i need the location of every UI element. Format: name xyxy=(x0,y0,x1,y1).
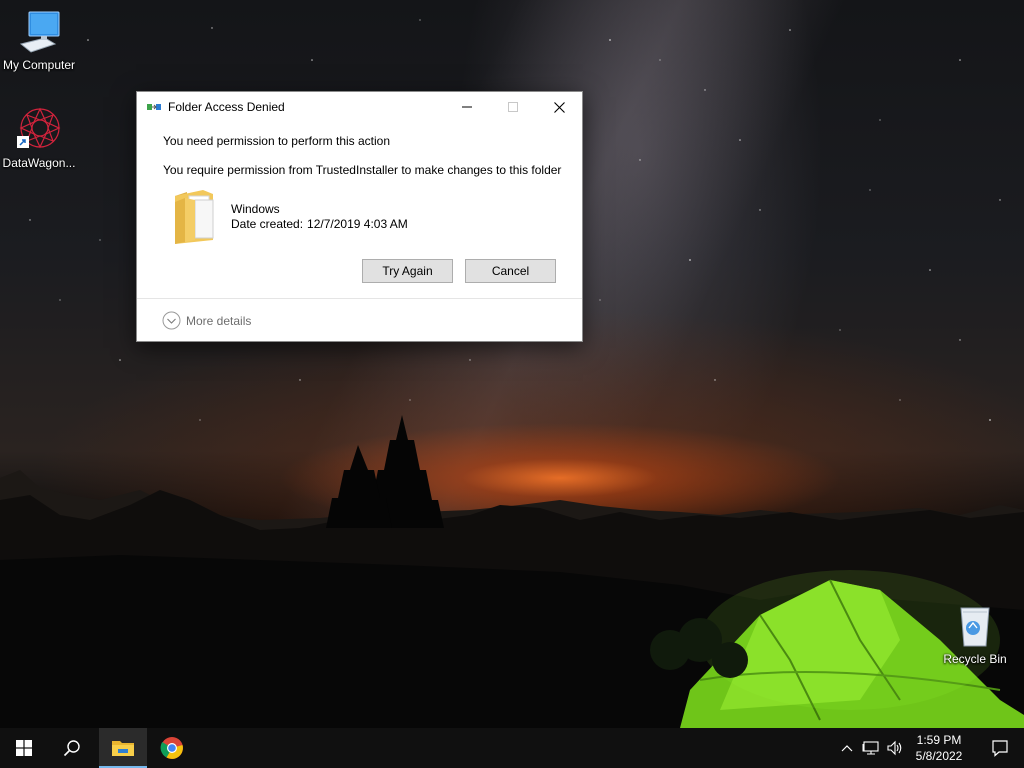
taskbar-clock[interactable]: 1:59 PM 5/8/2022 xyxy=(908,732,970,764)
minimize-icon xyxy=(462,106,472,108)
network-icon xyxy=(862,741,879,755)
volume-icon xyxy=(887,740,902,756)
action-center-button[interactable] xyxy=(976,728,1024,768)
folder-name: Windows xyxy=(231,202,280,216)
taskbar-file-explorer[interactable] xyxy=(99,728,147,768)
datawagon-shortcut-icon xyxy=(15,106,63,154)
search-icon xyxy=(63,740,80,757)
desktop-icon-label: Recycle Bin xyxy=(943,652,1007,666)
desktop-icon-label: My Computer xyxy=(2,58,76,72)
taskbar: 1:59 PM 5/8/2022 xyxy=(0,728,1024,768)
dialog-title: Folder Access Denied xyxy=(168,100,285,114)
tray-overflow-button[interactable] xyxy=(836,728,858,768)
chevron-down-icon xyxy=(162,311,181,330)
desktop-icon-recycle-bin[interactable]: Recycle Bin xyxy=(936,602,1014,666)
desktop-icon-my-computer[interactable]: My Computer xyxy=(0,8,78,72)
dialog-heading: You need permission to perform this acti… xyxy=(163,134,391,148)
chevron-up-icon xyxy=(841,745,853,752)
minimize-button[interactable] xyxy=(444,92,490,122)
clock-time: 1:59 PM xyxy=(916,733,962,747)
desktop-icon-datawagon[interactable]: DataWagon... xyxy=(0,106,78,170)
file-move-icon xyxy=(146,99,162,115)
volume-button[interactable] xyxy=(884,728,906,768)
date-created-label: Date created: xyxy=(231,217,304,231)
maximize-button xyxy=(490,92,536,122)
more-details-label: More details xyxy=(186,313,252,328)
windows-start-icon xyxy=(16,740,32,756)
dialog-message: You require permission from TrustedInsta… xyxy=(163,163,562,177)
try-again-button[interactable]: Try Again xyxy=(362,259,453,283)
folder-access-denied-dialog: Folder Access Denied You need permission… xyxy=(136,91,583,342)
maximize-icon xyxy=(508,102,518,112)
clock-date: 5/8/2022 xyxy=(915,749,963,763)
notification-icon xyxy=(992,740,1008,757)
date-created-value: 12/7/2019 4:03 AM xyxy=(307,217,408,231)
more-details-toggle[interactable]: More details xyxy=(162,311,251,330)
search-button[interactable] xyxy=(48,728,96,768)
computer-icon xyxy=(15,8,63,56)
taskbar-chrome[interactable] xyxy=(148,728,196,768)
folder-date-created: Date created: 12/7/2019 4:03 AM xyxy=(231,217,408,231)
desktop-icon-label: DataWagon... xyxy=(2,156,76,170)
start-button[interactable] xyxy=(0,728,48,768)
cancel-button[interactable]: Cancel xyxy=(465,259,556,283)
close-button[interactable] xyxy=(536,92,582,122)
divider xyxy=(137,298,582,299)
close-icon xyxy=(553,101,565,113)
dialog-titlebar[interactable]: Folder Access Denied xyxy=(137,92,582,122)
folder-icon xyxy=(173,188,217,244)
network-button[interactable] xyxy=(860,728,882,768)
recycle-bin-icon xyxy=(951,602,999,650)
file-explorer-icon xyxy=(112,741,134,756)
chrome-icon xyxy=(160,737,183,759)
